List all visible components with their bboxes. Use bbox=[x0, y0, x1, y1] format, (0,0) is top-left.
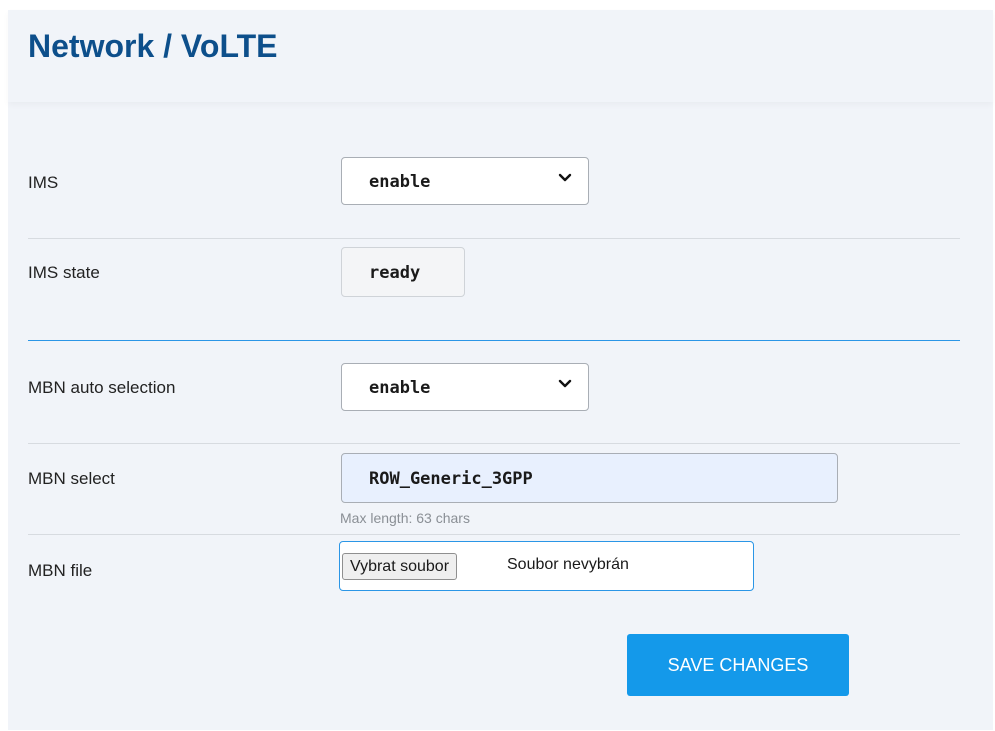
ims-state-value-box: ready bbox=[341, 247, 465, 297]
mbn-file-label: MBN file bbox=[28, 561, 93, 580]
ims-select[interactable]: enable bbox=[341, 157, 589, 205]
settings-panel: Network / VoLTE IMS enable IMS state rea… bbox=[8, 10, 993, 730]
mbn-select-label: MBN select bbox=[28, 469, 115, 488]
row-divider bbox=[28, 443, 960, 444]
chevron-down-icon bbox=[558, 379, 572, 388]
file-status-text: Soubor nevybrán bbox=[507, 556, 629, 573]
page-title: Network / VoLTE bbox=[28, 28, 278, 64]
mbn-select-value: ROW_Generic_3GPP bbox=[369, 469, 533, 489]
save-changes-button[interactable]: SAVE CHANGES bbox=[627, 634, 849, 696]
ims-state-label: IMS state bbox=[28, 263, 100, 282]
mbn-auto-selection-value: enable bbox=[369, 378, 431, 398]
chevron-down-icon bbox=[558, 173, 572, 182]
ims-select-value: enable bbox=[369, 172, 431, 192]
mbn-auto-selection-select[interactable]: enable bbox=[341, 363, 589, 411]
ims-state-value: ready bbox=[369, 263, 421, 283]
ims-label: IMS bbox=[28, 173, 59, 192]
page-header: Network / VoLTE bbox=[8, 10, 993, 102]
choose-file-button[interactable]: Vybrat soubor bbox=[342, 553, 458, 580]
section-divider bbox=[28, 340, 960, 341]
mbn-auto-selection-label: MBN auto selection bbox=[28, 378, 176, 397]
max-length-hint: Max length: 63 chars bbox=[340, 510, 470, 526]
mbn-select-input[interactable]: ROW_Generic_3GPP bbox=[341, 453, 838, 503]
mbn-file-input[interactable]: Vybrat soubor Soubor nevybrán bbox=[339, 541, 754, 591]
row-divider bbox=[28, 534, 960, 535]
row-divider bbox=[28, 238, 960, 239]
